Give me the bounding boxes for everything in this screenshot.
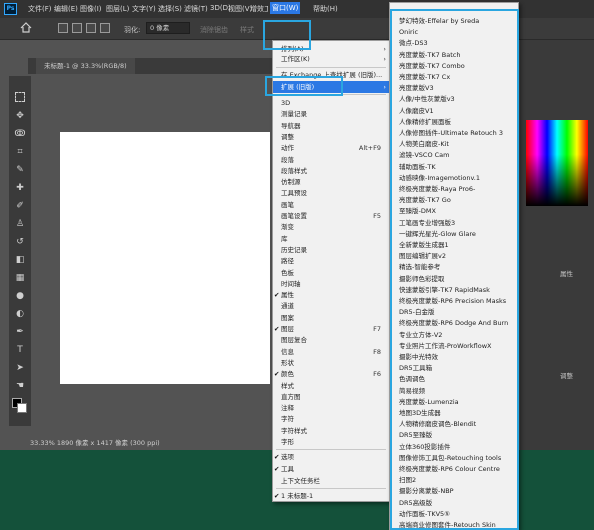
blur-icon[interactable]: ●: [14, 290, 26, 302]
menu-help[interactable]: 帮助(H): [313, 4, 338, 14]
type-icon[interactable]: T: [14, 344, 26, 356]
menu-item-panel[interactable]: 库: [273, 233, 389, 245]
menu-item-contextual-taskbar[interactable]: 上下文任务栏: [273, 475, 389, 487]
menu-item-workspace[interactable]: 工作区(K) ›: [273, 53, 389, 65]
menu-plugins[interactable]: 增效工具: [250, 4, 268, 14]
subtract-selection-icon[interactable]: [86, 23, 96, 33]
marquee-icon[interactable]: [15, 92, 25, 102]
chevron-right-icon: ›: [383, 83, 386, 91]
menu-item-panel[interactable]: 注释: [273, 402, 389, 414]
menu-type[interactable]: 文字(Y): [132, 4, 156, 14]
add-selection-icon[interactable]: [72, 23, 82, 33]
menu-item-panel[interactable]: 段落样式: [273, 165, 389, 177]
menu-item-panel[interactable]: 画笔: [273, 199, 389, 211]
document-canvas[interactable]: [60, 132, 270, 384]
menu-item-panel[interactable]: ✔ 图层 F7: [273, 323, 389, 335]
eraser-icon[interactable]: ◧: [14, 254, 26, 266]
menu-file[interactable]: 文件(F): [28, 4, 52, 14]
status-bar: 33.33% 1890 像素 x 1417 像素 (300 ppi): [30, 439, 160, 447]
adjustments-panel-label: 调整: [560, 372, 573, 380]
lasso-icon[interactable]: ↂ: [14, 128, 26, 140]
move-icon[interactable]: ✥: [14, 110, 26, 122]
menu-item-panel[interactable]: 信息 F8: [273, 346, 389, 358]
highlight-box-submenu: [390, 9, 519, 530]
background-color-swatch[interactable]: [17, 403, 27, 413]
menu-separator: [276, 449, 386, 450]
feather-input[interactable]: 0 像素: [146, 22, 190, 34]
menu-item-panel[interactable]: 字符: [273, 413, 389, 425]
feather-label: 羽化:: [124, 26, 141, 34]
menu-item-panel[interactable]: 调整: [273, 131, 389, 143]
menu-item-panel[interactable]: 导航器: [273, 120, 389, 132]
menu-item-options[interactable]: ✔ 选项: [273, 451, 389, 463]
history-brush-icon[interactable]: ↺: [14, 236, 26, 248]
menu-view[interactable]: 视图(V): [228, 4, 252, 14]
stamp-icon[interactable]: ♙: [14, 218, 26, 230]
menu-filter[interactable]: 滤镜(T): [184, 4, 208, 14]
menu-item-panel[interactable]: 段落: [273, 154, 389, 166]
menu-item-document[interactable]: ✔ 1 未标题-1: [273, 490, 389, 502]
menu-edit[interactable]: 编辑(E): [54, 4, 78, 14]
path-select-icon[interactable]: ➤: [14, 362, 26, 374]
dodge-icon[interactable]: ◐: [14, 308, 26, 320]
menu-separator: [276, 67, 386, 68]
menu-window[interactable]: 窗口(W): [270, 2, 301, 14]
check-icon: ✔: [274, 291, 280, 300]
menu-item-panel[interactable]: 形状: [273, 357, 389, 369]
menu-item-panel[interactable]: 画笔设置 F5: [273, 210, 389, 222]
menu-item-panel[interactable]: 3D: [273, 97, 389, 109]
menu-item-panel[interactable]: 字形: [273, 436, 389, 448]
menu-item-panel[interactable]: 直方图: [273, 391, 389, 403]
chevron-right-icon: ›: [383, 55, 386, 63]
menu-item-panel[interactable]: 通道: [273, 300, 389, 312]
menu-select[interactable]: 选择(S): [158, 4, 182, 14]
menu-item-panel[interactable]: 渐变: [273, 221, 389, 233]
menu-item-panel[interactable]: 测量记录: [273, 108, 389, 120]
brush-icon[interactable]: ✐: [14, 200, 26, 212]
gradient-icon[interactable]: ▦: [14, 272, 26, 284]
highlight-box-extensions: [265, 76, 343, 96]
check-icon: ✔: [274, 465, 280, 473]
menu-layer[interactable]: 图层(L): [106, 4, 129, 14]
menu-item-tools[interactable]: ✔ 工具: [273, 463, 389, 475]
window-menu-dropdown: 排列(A) › 工作区(K) › 在 Exchange 上查找扩展 (旧版)... …: [272, 40, 390, 502]
menu-item-panel[interactable]: 工具预设: [273, 187, 389, 199]
check-icon: ✔: [274, 453, 280, 461]
crop-icon[interactable]: ⌗: [14, 146, 26, 158]
style-label: 样式: [240, 26, 254, 34]
document-tab[interactable]: 未标题-1 @ 33.3%(RGB/8): [36, 58, 135, 74]
menu-item-panel[interactable]: 时间轴: [273, 278, 389, 290]
menu-item-panel[interactable]: 图层复合: [273, 334, 389, 346]
menu-item-panel[interactable]: 历史记录: [273, 244, 389, 256]
hand-icon[interactable]: ☚: [14, 380, 26, 392]
new-selection-icon[interactable]: [58, 23, 68, 33]
menu-item-panel[interactable]: ✔ 颜色 F6: [273, 368, 389, 380]
highlight-box-window-menu: [263, 20, 311, 50]
menu-item-panel[interactable]: 样式: [273, 380, 389, 392]
home-icon[interactable]: [20, 22, 32, 33]
menu-item-panel[interactable]: 路径: [273, 255, 389, 267]
menu-item-panel[interactable]: 图案: [273, 312, 389, 324]
tools-panel: ✥ ↂ ⌗ ✎ ✚ ✐ ♙ ↺ ◧ ▦ ● ◐ ✒ T ➤ ☚: [9, 76, 31, 426]
intersect-selection-icon[interactable]: [100, 23, 110, 33]
menu-item-panel[interactable]: ✔ 属性: [273, 289, 389, 301]
color-spectrum[interactable]: [526, 120, 588, 206]
properties-panel-label: 属性: [560, 270, 573, 278]
menu-image[interactable]: 图像(I): [80, 4, 102, 14]
photoshop-logo-icon: Ps: [4, 3, 17, 15]
menu-item-panel[interactable]: 字符样式: [273, 425, 389, 437]
check-icon: ✔: [274, 325, 280, 333]
menu-item-panel[interactable]: 仿制源: [273, 176, 389, 188]
menu-item-panel[interactable]: 色板: [273, 267, 389, 279]
pen-icon[interactable]: ✒: [14, 326, 26, 338]
menu-item-panel[interactable]: 动作 Alt+F9: [273, 142, 389, 154]
right-panels: 属性 调整: [520, 40, 594, 450]
eyedropper-icon[interactable]: ✎: [14, 164, 26, 176]
check-icon: ✔: [274, 492, 280, 500]
menu-separator: [276, 488, 386, 489]
healing-icon[interactable]: ✚: [14, 182, 26, 194]
antialias-checkbox[interactable]: 消除锯齿: [200, 25, 228, 35]
check-icon: ✔: [274, 370, 280, 379]
